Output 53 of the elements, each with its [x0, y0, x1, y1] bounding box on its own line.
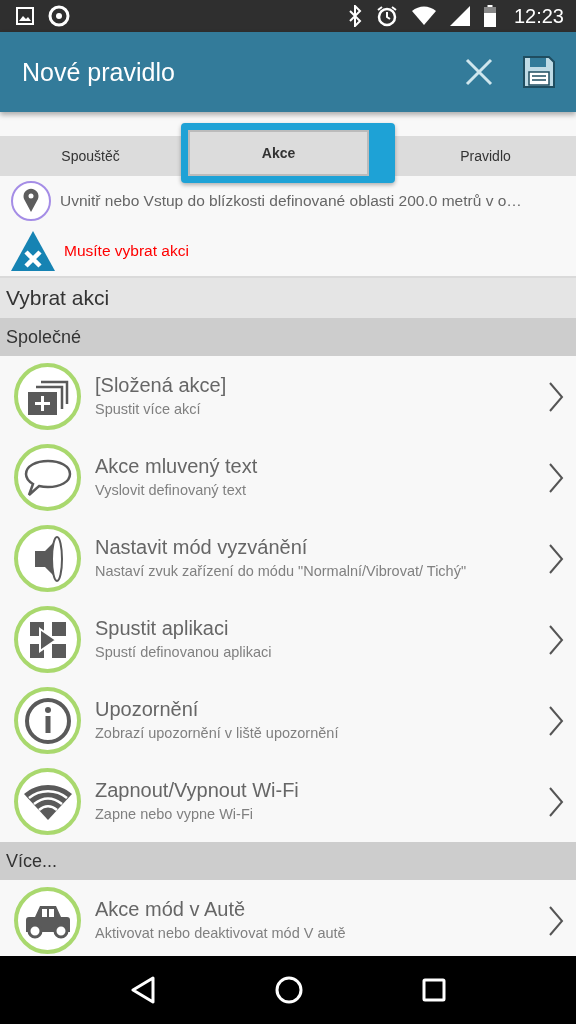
- error-message: Musíte vybrat akci: [64, 242, 189, 260]
- action-item[interactable]: [Složená akce] Spustit více akcí: [0, 356, 576, 437]
- chevron-right-icon: [548, 623, 564, 656]
- action-subtitle: Spustit více akcí: [95, 400, 202, 419]
- action-item[interactable]: Spustit aplikaci Spustí definovanou aplikaci: [0, 599, 576, 680]
- action-title: Spustit aplikaci: [95, 617, 230, 641]
- action-title: Zapnout/Vypnout Wi-Fi: [95, 779, 300, 803]
- action-title: Nastavit mód vyzvánění: [95, 536, 309, 560]
- battery-icon: [483, 5, 496, 27]
- image-icon: [16, 7, 34, 25]
- chevron-right-icon: [548, 904, 564, 937]
- action-title: [Složená akce]: [95, 374, 228, 398]
- action-item[interactable]: Zapnout/Vypnout Wi-Fi Zapne nebo vypne Wi-Fi: [0, 761, 576, 842]
- app-launch-icon: [27, 619, 68, 660]
- tab[interactable]: Pravidlo: [395, 136, 576, 176]
- action-subtitle: Spustí definovanou aplikaci: [95, 643, 273, 662]
- chevron-right-icon: [548, 542, 564, 575]
- bluetooth-icon: [347, 5, 362, 27]
- action-subtitle: Nastaví zvuk zařízení do módu "Normalní/Vibrovat/ Tichý": [95, 562, 468, 581]
- action-item[interactable]: Upozornění Zobrazí upozornění v liště upozornění: [0, 680, 576, 761]
- group-title: Společné: [6, 326, 82, 348]
- warning-x-icon: [10, 230, 56, 272]
- info-icon: [23, 696, 72, 745]
- chevron-right-icon: [548, 704, 564, 737]
- wifi-signal-icon: [411, 6, 436, 26]
- tab[interactable]: Akce: [181, 123, 395, 183]
- group-title: Více...: [6, 850, 58, 872]
- speech-bubble-icon: [23, 458, 72, 497]
- speaker-icon: [32, 534, 63, 583]
- cell-signal-icon: [449, 6, 470, 26]
- action-item[interactable]: Nastavit mód vyzvánění Nastaví zvuk zařízení do módu "Normalní/Vibrovat/ Tichý": [0, 518, 576, 599]
- recents-icon[interactable]: [422, 978, 447, 1002]
- action-subtitle: Zapne nebo vypne Wi-Fi: [95, 805, 254, 824]
- chevron-right-icon: [548, 785, 564, 818]
- action-subtitle: Zobrazí upozornění v liště upozornění: [95, 724, 340, 743]
- action-subtitle: Aktivovat nebo deaktivovat mód V autě: [95, 924, 347, 943]
- screen-title: Nové pravidlo: [22, 57, 176, 87]
- trigger-summary: Uvnitř nebo Vstup do blízkosti definované oblasti 200.0 metrů v o…: [60, 192, 522, 210]
- action-item[interactable]: Akce mluvený text Vyslovit definovaný text: [0, 437, 576, 518]
- chevron-right-icon: [548, 461, 564, 494]
- home-icon[interactable]: [275, 976, 303, 1004]
- action-title: Akce mód v Autě: [95, 898, 247, 922]
- clock-time: 12:23: [513, 4, 564, 28]
- action-subtitle: Vyslovit definovaný text: [95, 481, 247, 500]
- action-title: Akce mluvený text: [95, 455, 259, 479]
- circle-dot-icon: [48, 5, 70, 27]
- chevron-right-icon: [548, 380, 564, 413]
- alarm-clock-icon: [375, 5, 398, 27]
- back-icon[interactable]: [129, 976, 156, 1004]
- action-title: Upozornění: [95, 698, 200, 722]
- location-pin-icon: [10, 180, 52, 222]
- section-title: Vybrat akci: [6, 286, 110, 310]
- tab[interactable]: Spouštěč: [0, 136, 181, 176]
